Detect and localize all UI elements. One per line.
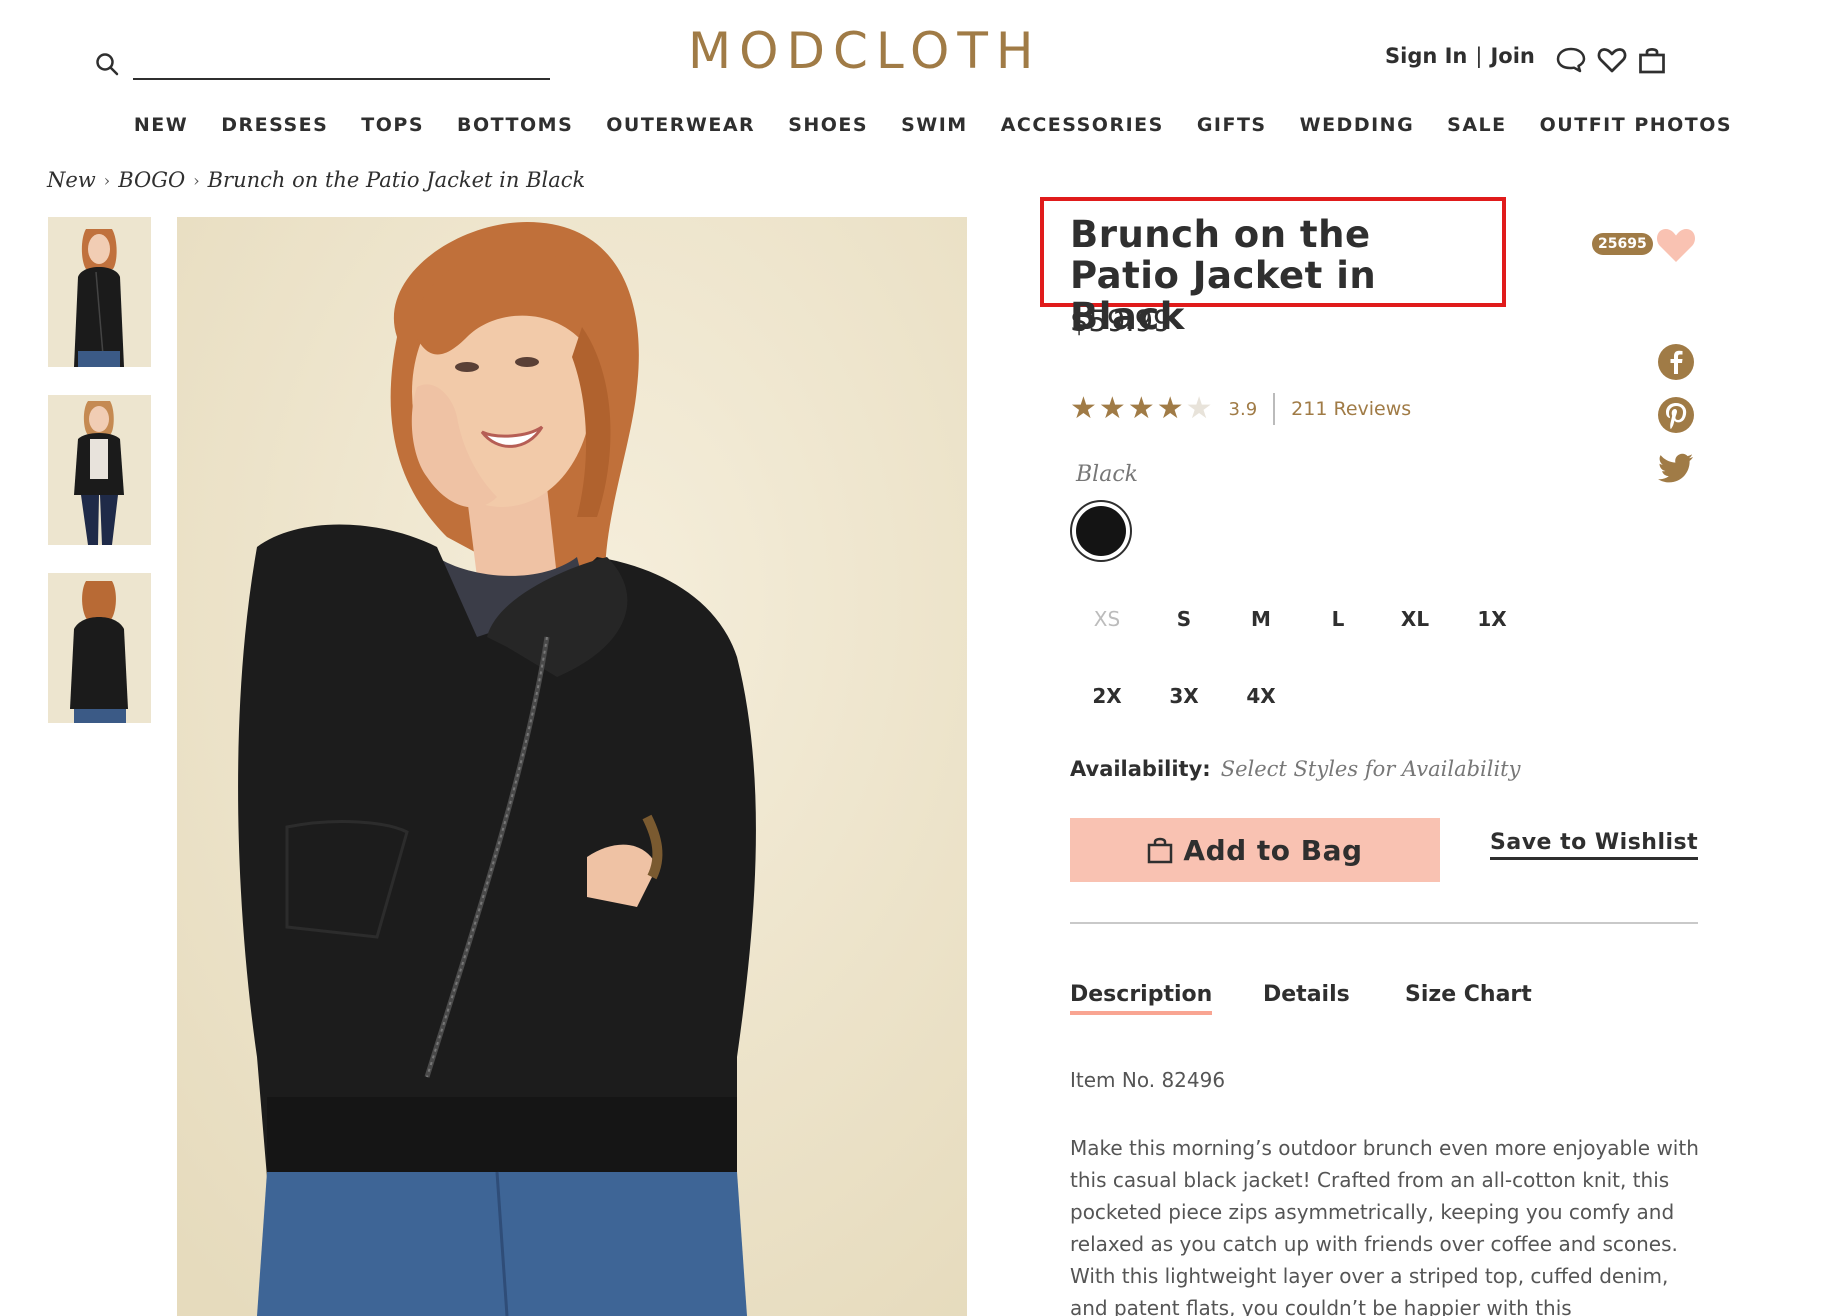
color-swatch-black[interactable] bbox=[1070, 500, 1132, 562]
favorite-heart-icon[interactable] bbox=[1655, 224, 1697, 264]
search-bar bbox=[95, 44, 550, 80]
breadcrumb-link-bogo[interactable]: BOGO bbox=[118, 168, 185, 192]
nav-item-sale[interactable]: SALE bbox=[1447, 114, 1506, 144]
shopping-bag-icon[interactable] bbox=[1636, 44, 1668, 76]
nav-item-dresses[interactable]: DRESSES bbox=[221, 114, 328, 144]
site-logo[interactable]: MODCLOTH bbox=[688, 22, 1041, 80]
add-to-bag-button[interactable]: Add to Bag bbox=[1070, 818, 1440, 882]
join-link[interactable]: Join bbox=[1490, 44, 1534, 68]
nav-item-accessories[interactable]: ACCESSORIES bbox=[1001, 114, 1164, 144]
reviews-link[interactable]: 211 Reviews bbox=[1291, 398, 1411, 420]
size-option-xs[interactable]: XS bbox=[1077, 607, 1137, 631]
star-filled-icon: ★ bbox=[1098, 392, 1126, 425]
size-option-l[interactable]: L bbox=[1308, 607, 1368, 631]
breadcrumb: New › BOGO › Brunch on the Patio Jacket … bbox=[47, 168, 585, 192]
nav-item-wedding[interactable]: WEDDING bbox=[1300, 114, 1415, 144]
breadcrumb-chevron-icon: › bbox=[193, 170, 200, 190]
size-option-s[interactable]: S bbox=[1154, 607, 1214, 631]
size-option-xl[interactable]: XL bbox=[1385, 607, 1445, 631]
nav-item-swim[interactable]: SWIM bbox=[901, 114, 968, 144]
star-filled-icon: ★ bbox=[1127, 392, 1155, 425]
section-divider bbox=[1070, 922, 1698, 924]
site-header: MODCLOTH Sign In | Join bbox=[0, 0, 1846, 110]
star-filled-icon: ★ bbox=[1070, 392, 1097, 425]
breadcrumb-chevron-icon: › bbox=[103, 170, 111, 190]
rating-stars: ★ ★ ★ ★ ★ bbox=[1070, 394, 1213, 424]
tab-description[interactable]: Description bbox=[1070, 982, 1213, 1015]
size-option-3x[interactable]: 3X bbox=[1154, 684, 1214, 708]
search-input[interactable] bbox=[133, 44, 550, 80]
main-product-image[interactable] bbox=[177, 217, 967, 1316]
thumbnail-back[interactable] bbox=[48, 573, 151, 723]
size-option-1x[interactable]: 1X bbox=[1462, 607, 1522, 631]
search-icon[interactable] bbox=[95, 52, 119, 76]
nav-item-tops[interactable]: TOPS bbox=[361, 114, 424, 144]
heart-icon[interactable] bbox=[1596, 44, 1628, 76]
breadcrumb-link-new[interactable]: New bbox=[47, 168, 96, 192]
pinterest-icon[interactable] bbox=[1657, 396, 1695, 434]
facebook-icon[interactable] bbox=[1657, 343, 1695, 381]
nav-item-bottoms[interactable]: BOTTOMS bbox=[457, 114, 573, 144]
nav-item-shoes[interactable]: SHOES bbox=[788, 114, 868, 144]
account-separator: | bbox=[1475, 44, 1483, 68]
tab-size-chart[interactable]: Size Chart bbox=[1405, 982, 1532, 1007]
availability-label: Availability: bbox=[1070, 757, 1211, 781]
size-option-4x[interactable]: 4X bbox=[1231, 684, 1291, 708]
availability: Availability: Select Styles for Availabi… bbox=[1070, 757, 1520, 781]
rating-value: 3.9 bbox=[1228, 398, 1258, 420]
nav-item-outerwear[interactable]: OUTERWEAR bbox=[606, 114, 755, 144]
color-swatch-fill bbox=[1076, 506, 1126, 556]
selected-color-label: Black bbox=[1076, 462, 1138, 487]
item-number: Item No. 82496 bbox=[1070, 1068, 1226, 1092]
product-description: Make this morning’s outdoor brunch even … bbox=[1070, 1136, 1699, 1316]
star-empty-icon: ★ bbox=[1185, 392, 1213, 425]
add-to-bag-label: Add to Bag bbox=[1183, 833, 1363, 867]
sign-in-link[interactable]: Sign In bbox=[1385, 44, 1467, 68]
chat-icon[interactable] bbox=[1555, 44, 1587, 76]
star-filled-icon: ★ bbox=[1156, 392, 1184, 425]
main-nav: NEW DRESSES TOPS BOTTOMS OUTERWEAR SHOES… bbox=[0, 114, 1846, 144]
size-option-2x[interactable]: 2X bbox=[1077, 684, 1137, 708]
availability-value: Select Styles for Availability bbox=[1220, 757, 1521, 781]
account-links: Sign In | Join bbox=[1385, 44, 1535, 68]
favorite-count-badge: 25695 bbox=[1592, 233, 1653, 255]
save-to-wishlist-link[interactable]: Save to Wishlist bbox=[1490, 830, 1699, 860]
nav-item-new[interactable]: NEW bbox=[134, 114, 188, 144]
thumbnail-styled[interactable] bbox=[48, 395, 151, 545]
breadcrumb-current: Brunch on the Patio Jacket in Black bbox=[207, 168, 586, 192]
product-price: $59.99 bbox=[1070, 304, 1172, 338]
nav-item-outfit-photos[interactable]: OUTFIT PHOTOS bbox=[1540, 114, 1732, 144]
tab-details[interactable]: Details bbox=[1263, 982, 1350, 1007]
twitter-icon[interactable] bbox=[1657, 449, 1695, 487]
thumbnail-front[interactable] bbox=[48, 217, 151, 367]
size-option-m[interactable]: M bbox=[1231, 607, 1291, 631]
nav-item-gifts[interactable]: GIFTS bbox=[1197, 114, 1267, 144]
product-rating: ★ ★ ★ ★ ★ 3.9 211 Reviews bbox=[1070, 393, 1411, 425]
shopping-bag-icon bbox=[1148, 837, 1173, 864]
rating-divider bbox=[1273, 393, 1276, 425]
